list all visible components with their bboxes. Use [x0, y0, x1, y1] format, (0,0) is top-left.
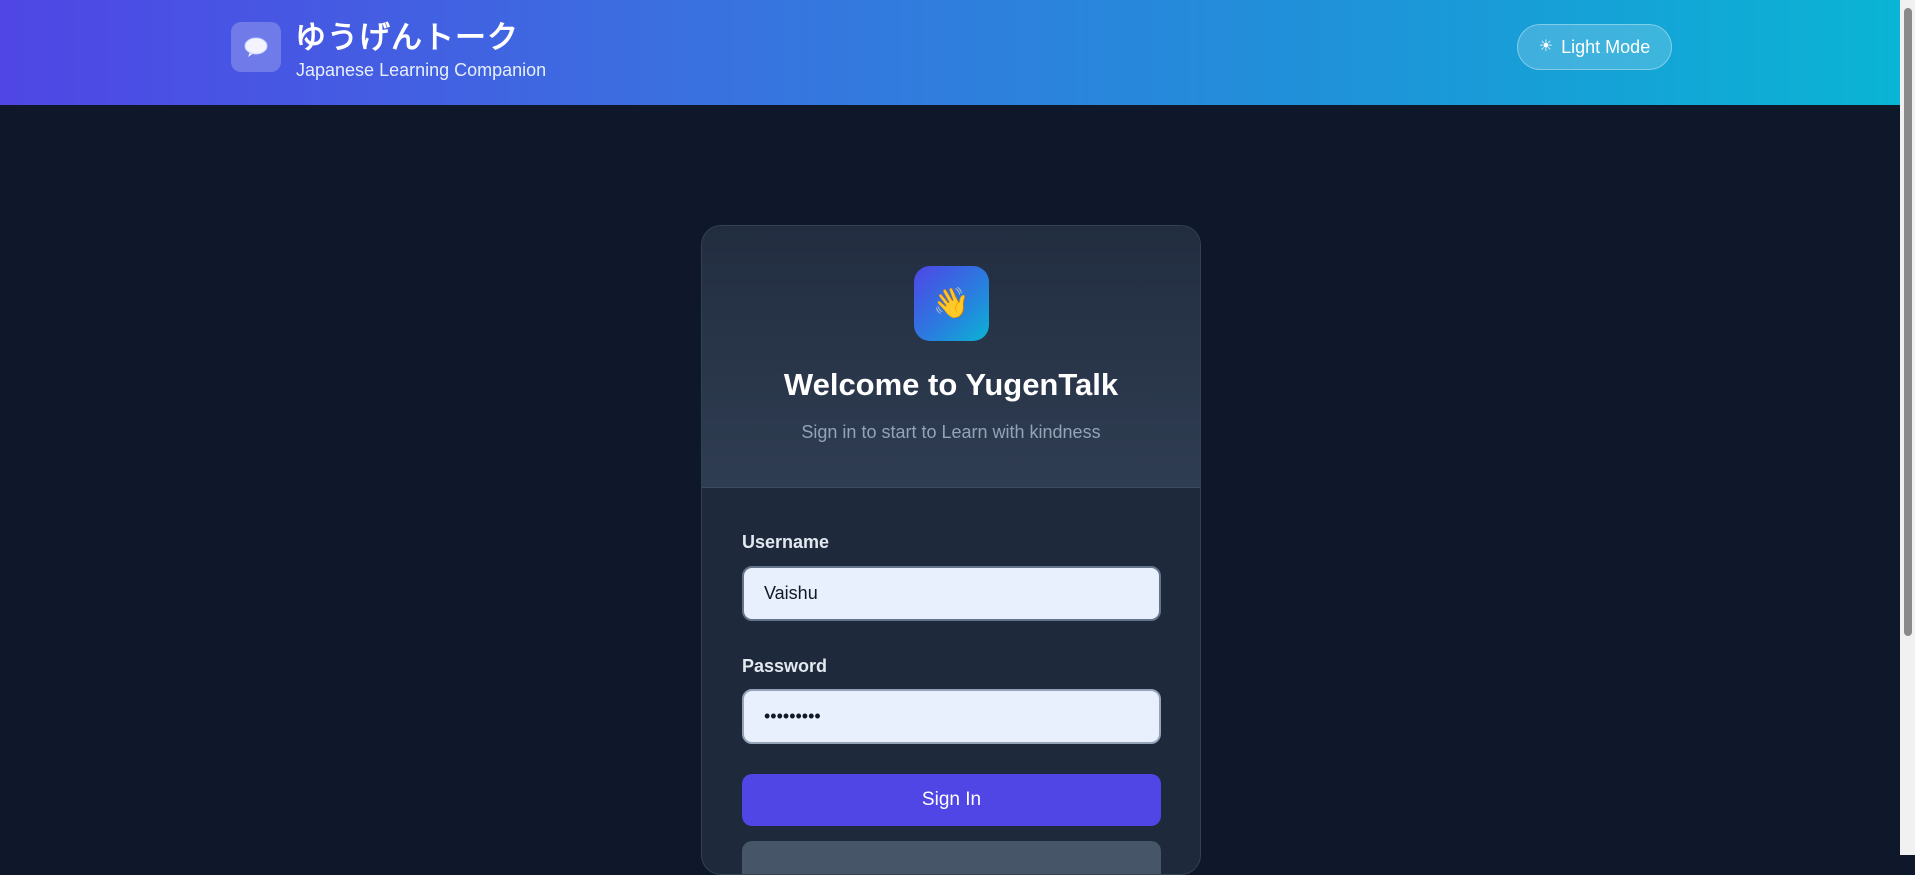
password-label: Password [742, 656, 828, 676]
welcome-title: Welcome to YugenTalk [783, 367, 1119, 402]
app-subtitle: Japanese Learning Companion [296, 60, 547, 80]
scrollbar-thumb[interactable] [1904, 8, 1912, 636]
page-scrollbar[interactable] [1900, 0, 1915, 855]
username-label: Username [742, 532, 830, 552]
username-input[interactable] [742, 566, 1161, 621]
waving-hand-icon: 👋 [914, 266, 989, 341]
welcome-tagline: Sign in to start to Learn with kindness [801, 422, 1101, 442]
app-header: ゆうげんトーク Japanese Learning Companion ☀ Li… [0, 0, 1900, 105]
light-mode-label: Light Mode [1561, 36, 1651, 57]
light-mode-button[interactable]: ☀ Light Mode [1517, 24, 1672, 70]
app-title: ゆうげんトーク [295, 20, 519, 56]
sign-in-button[interactable]: Sign In [742, 774, 1161, 826]
speech-bubble-icon [231, 22, 281, 72]
secondary-button[interactable] [742, 841, 1161, 874]
password-input[interactable] [742, 689, 1161, 744]
login-card-header: 👋 Welcome to YugenTalk Sign in to start … [702, 226, 1200, 488]
sun-icon: ☀ [1538, 38, 1554, 55]
login-card: 👋 Welcome to YugenTalk Sign in to start … [701, 225, 1201, 875]
